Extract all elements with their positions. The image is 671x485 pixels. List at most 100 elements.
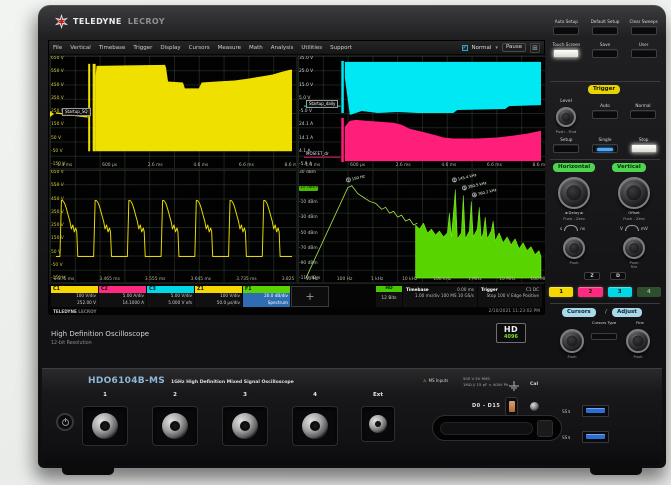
grid-q2-channels23[interactable]: Startup_daily MOSFET_dr 35.0 V25.0 V15.0… — [297, 55, 546, 169]
channel-4-button[interactable]: 4 — [637, 287, 661, 297]
hd4096-hd-text: HD — [497, 326, 525, 334]
horizontal-delay-knob[interactable] — [558, 177, 590, 209]
menu-item-trigger[interactable]: Trigger — [133, 45, 152, 51]
bnc-input-1[interactable] — [82, 406, 128, 446]
x-axis-tick: -1.4 ms — [304, 164, 321, 168]
x-axis-tick: 600 µs — [102, 164, 117, 168]
trigger-level-knob[interactable] — [556, 107, 576, 127]
auto-setup-button[interactable] — [553, 26, 579, 35]
teledyne-lecroy-star-icon — [54, 14, 69, 29]
descriptor-header: C3 — [147, 286, 194, 293]
menu-item-support[interactable]: Support — [330, 45, 352, 51]
y-axis-tick: 50 V — [51, 137, 61, 141]
trace-descriptor-c1[interactable]: C1100 V/div252.00 V — [51, 286, 98, 307]
menu-item-utilities[interactable]: Utilities — [301, 45, 322, 51]
y-axis-tick: 30 dBm — [299, 171, 316, 175]
channel-1-button[interactable]: 1 — [549, 287, 573, 297]
default-setup-button[interactable] — [592, 26, 618, 35]
panel-button-label: Default Setup — [591, 15, 620, 25]
aux-out-port[interactable] — [505, 397, 518, 416]
grid-q4-spectrum[interactable]: 30 dBm10 dBm-10 dBm-30 dBm-50 dBm-70 dBm… — [297, 169, 546, 283]
x-axis-tick: 3.645 ms — [191, 278, 212, 282]
channel-3-button[interactable]: 3 — [608, 287, 632, 297]
digital-d-button[interactable]: D — [610, 272, 626, 280]
vertical-offset-knob[interactable] — [618, 177, 650, 209]
single-button[interactable] — [592, 144, 618, 153]
x-axis-tick: 100 MHz — [530, 278, 546, 282]
user-button[interactable] — [631, 49, 657, 58]
digital-input-slot[interactable] — [432, 415, 562, 441]
pause-button[interactable]: Pause — [502, 43, 526, 52]
panel-button-cell: Clear Sweeps — [626, 15, 661, 35]
y-axis-tick: -30 dBm — [299, 216, 318, 220]
zoom-z-button[interactable]: Z — [584, 272, 600, 280]
chevron-down-icon: ▾ — [495, 45, 498, 51]
trigger-section-label: Trigger — [588, 85, 620, 94]
grid-q3-zoom[interactable]: 650 V550 V450 V350 V250 V150 V50 V-50 V-… — [49, 169, 297, 283]
display-grid-icon[interactable]: ⊞ — [530, 43, 540, 53]
cursors-knob[interactable] — [560, 329, 584, 353]
volts-div-knob[interactable] — [623, 237, 645, 259]
trace-descriptor-f1[interactable]: F120.0 dB/divSpectrum — [243, 286, 290, 307]
descriptor-header: C1 — [51, 286, 98, 293]
y-axis-tick: 650 V — [51, 171, 64, 175]
usb-port-2[interactable] — [582, 431, 609, 443]
menu-item-cursors[interactable]: Cursors — [189, 45, 210, 51]
cal-output-lug[interactable] — [530, 402, 539, 411]
arc-arrow-icon — [625, 225, 639, 231]
screen-footer: TELEDYNE LECROY 2/10/2021 11:23:02 PM — [49, 308, 544, 315]
menu-item-vertical[interactable]: Vertical — [70, 45, 91, 51]
descriptor-header: Z1 — [195, 286, 242, 293]
timebase-knob[interactable] — [563, 237, 585, 259]
menu-item-display[interactable]: Display — [160, 45, 180, 51]
channel-2-button[interactable]: 2 — [578, 287, 602, 297]
ms-input-specs: 500 V 5V RMS 1MΩ // 15 pF < 400V Pk — [463, 376, 508, 387]
menu-item-measure[interactable]: Measure — [218, 45, 241, 51]
menu-item-math[interactable]: Math — [249, 45, 263, 51]
bnc-input-3[interactable] — [222, 406, 268, 446]
grid-q1-channel1[interactable]: Startup_SQ 650 V550 V450 V350 V250 V150 … — [49, 55, 297, 169]
menu-item-timebase[interactable]: Timebase — [99, 45, 126, 51]
bnc-center-pin — [170, 421, 180, 431]
trigger-mode-label[interactable]: Normal — [472, 45, 492, 51]
trace-descriptor-c2[interactable]: C25.00 A/div14.1000 A — [99, 286, 146, 307]
menu-item-analysis[interactable]: Analysis — [271, 45, 294, 51]
bnc-center-pin — [240, 421, 250, 431]
bnc-input-4[interactable] — [292, 406, 338, 446]
usb-port-1[interactable] — [582, 405, 609, 417]
bnc-input-ext[interactable] — [361, 406, 395, 442]
trigger-detail: Stop 100 V Edge Positive — [481, 293, 539, 299]
trigger-summary[interactable]: Trigger C1 DC Stop 100 V Edge Positive — [478, 286, 542, 307]
cursors-type-button[interactable] — [591, 333, 617, 340]
front-control-panel: Auto SetupDefault SetupClear SweepsTouch… — [546, 11, 664, 367]
trigger-level-marker[interactable] — [50, 111, 54, 117]
panel-button-label: Setup — [560, 133, 572, 143]
descriptor-offset: 252.00 V — [53, 300, 96, 307]
touch-screen-button[interactable] — [553, 49, 579, 58]
trigger-mode-checkbox-icon[interactable]: ✓ — [462, 45, 468, 51]
x-axis-tick: 2.6 ms — [396, 164, 411, 168]
normal-button[interactable] — [630, 110, 656, 119]
stop-button[interactable] — [631, 144, 657, 153]
trace-descriptor-z1[interactable]: Z1100 V/div50.0 µs/div — [195, 286, 242, 307]
trace-descriptor-c3[interactable]: C35.00 V/div5.000 V ofs — [147, 286, 194, 307]
z1-waveform — [50, 170, 296, 282]
y-axis-tick: 350 V — [51, 97, 64, 101]
power-button[interactable] — [56, 413, 74, 431]
x-axis-tick: -1.4 ms — [56, 164, 73, 168]
panel-button-label: Save — [600, 38, 610, 48]
horizontal-section-label: Horizontal — [553, 163, 595, 172]
timebase-summary[interactable]: Timebase 0.00 ms 1.00 ms/div 100 MS 10 G… — [403, 286, 477, 307]
adjust-knob[interactable] — [626, 329, 650, 353]
panel-button-cell: Save — [588, 38, 623, 58]
auto-button[interactable] — [592, 110, 618, 119]
menu-item-file[interactable]: File — [53, 45, 62, 51]
save-button[interactable] — [592, 49, 618, 58]
setup-button[interactable] — [553, 144, 579, 153]
add-trace-button[interactable]: + — [291, 286, 329, 307]
bnc-input-2[interactable] — [152, 406, 198, 446]
clear-sweeps-button[interactable] — [631, 26, 657, 35]
model-name: HDO6104B-MS — [88, 376, 165, 386]
timebase-detail: 1.00 ms/div 100 MS 10 GS/s — [406, 293, 474, 299]
panel-button-label: Single — [599, 133, 612, 143]
